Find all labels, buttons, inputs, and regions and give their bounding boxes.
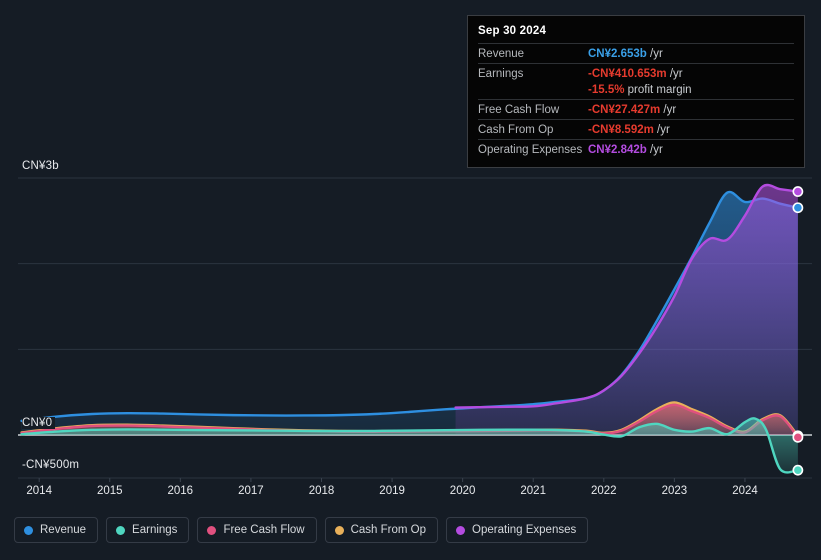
data-tooltip: Sep 30 2024 Revenue CN¥2.653b /yr Earnings… — [467, 15, 805, 168]
tooltip-date: Sep 30 2024 — [478, 25, 547, 37]
legend-item-label: Cash From Op — [350, 524, 427, 536]
legend-color-dot-icon — [24, 525, 33, 535]
legend-color-dot-icon — [116, 525, 126, 535]
endpoint-operating-expenses — [792, 186, 804, 197]
legend-item-cash-from-op[interactable]: Cash From Op — [324, 517, 439, 543]
x-axis-tick-2020: 2020 — [449, 485, 476, 497]
tooltip-row: Free Cash Flow -CN¥27.427m /yr — [478, 99, 794, 119]
tooltip-row-value: -CN¥27.427m /yr — [588, 104, 677, 116]
legend-item-label: Free Cash Flow — [223, 524, 305, 536]
tooltip-row-label: Cash From Op — [478, 124, 554, 136]
tooltip-row-value: -15.5% profit margin — [588, 84, 692, 96]
legend-item-earnings[interactable]: Earnings — [106, 517, 190, 543]
x-axis-tick-2017: 2017 — [238, 485, 264, 497]
x-axis-tick-2022: 2022 — [591, 485, 617, 497]
x-axis-tick-2014: 2014 — [26, 485, 52, 497]
legend-item-label: Earnings — [132, 524, 178, 536]
legend-color-dot-icon — [334, 525, 344, 535]
tooltip-row: Operating Expenses CN¥2.842b /yr — [478, 139, 794, 159]
x-axis-tick-2023: 2023 — [661, 485, 688, 497]
x-axis-tick-2018: 2018 — [308, 485, 335, 497]
tooltip-row-label: Free Cash Flow — [478, 104, 560, 116]
legend-item-label: Operating Expenses — [472, 524, 577, 536]
tooltip-row: Cash From Op -CN¥8.592m /yr — [478, 119, 794, 139]
legend-item-operating-expenses[interactable]: Operating Expenses — [446, 517, 589, 543]
x-axis-tick-2024: 2024 — [732, 485, 758, 497]
tooltip-rows: Revenue CN¥2.653b /yr Earnings -CN¥410.653m… — [478, 43, 794, 159]
legend-color-dot-icon — [456, 525, 466, 535]
tooltip-row: Revenue CN¥2.653b /yr — [478, 43, 794, 63]
x-tick-marks — [38, 478, 746, 482]
tooltip-row-value: CN¥2.842b /yr — [588, 144, 663, 156]
tooltip-row-label: Revenue — [478, 48, 525, 60]
tooltip-row: -15.5% profit margin — [478, 83, 794, 99]
legend-item-revenue[interactable]: Revenue — [14, 517, 99, 543]
series-operating-expenses — [454, 183, 800, 435]
x-axis-tick-2016: 2016 — [167, 485, 194, 497]
legend-item-free-cash-flow[interactable]: Free Cash Flow — [197, 517, 317, 543]
y-axis-label-zero: CN¥0 — [22, 417, 56, 429]
tooltip-row: Earnings -CN¥410.653m /yr — [478, 63, 794, 83]
legend-item-label: Revenue — [40, 524, 87, 536]
tooltip-row-label: Earnings — [478, 68, 524, 80]
x-axis-tick-2021: 2021 — [520, 485, 546, 497]
legend-color-dot-icon — [207, 525, 217, 535]
x-axis-tick-2015: 2015 — [97, 485, 123, 497]
tooltip-row-value: CN¥2.653b /yr — [588, 48, 663, 60]
x-axis-tick-2019: 2019 — [379, 485, 405, 497]
y-axis-label-top: CN¥3b — [22, 160, 59, 172]
tooltip-row-value: -CN¥8.592m /yr — [588, 124, 670, 136]
tooltip-row-value: -CN¥410.653m /yr — [588, 68, 683, 80]
chart-legend: Revenue Earnings Free Cash Flow Cash From O… — [14, 517, 589, 543]
endpoint-earnings — [792, 464, 804, 476]
y-axis-label-bottom: -CN¥500m — [22, 459, 80, 471]
chart-page: CN¥3b CN¥0 -CN¥500m 2014 2015 2016 2017 2018… — [0, 0, 821, 560]
endpoint-free-cash-flow — [792, 431, 804, 443]
endpoint-revenue — [792, 202, 804, 214]
tooltip-row-label: Operating Expenses — [478, 144, 583, 156]
